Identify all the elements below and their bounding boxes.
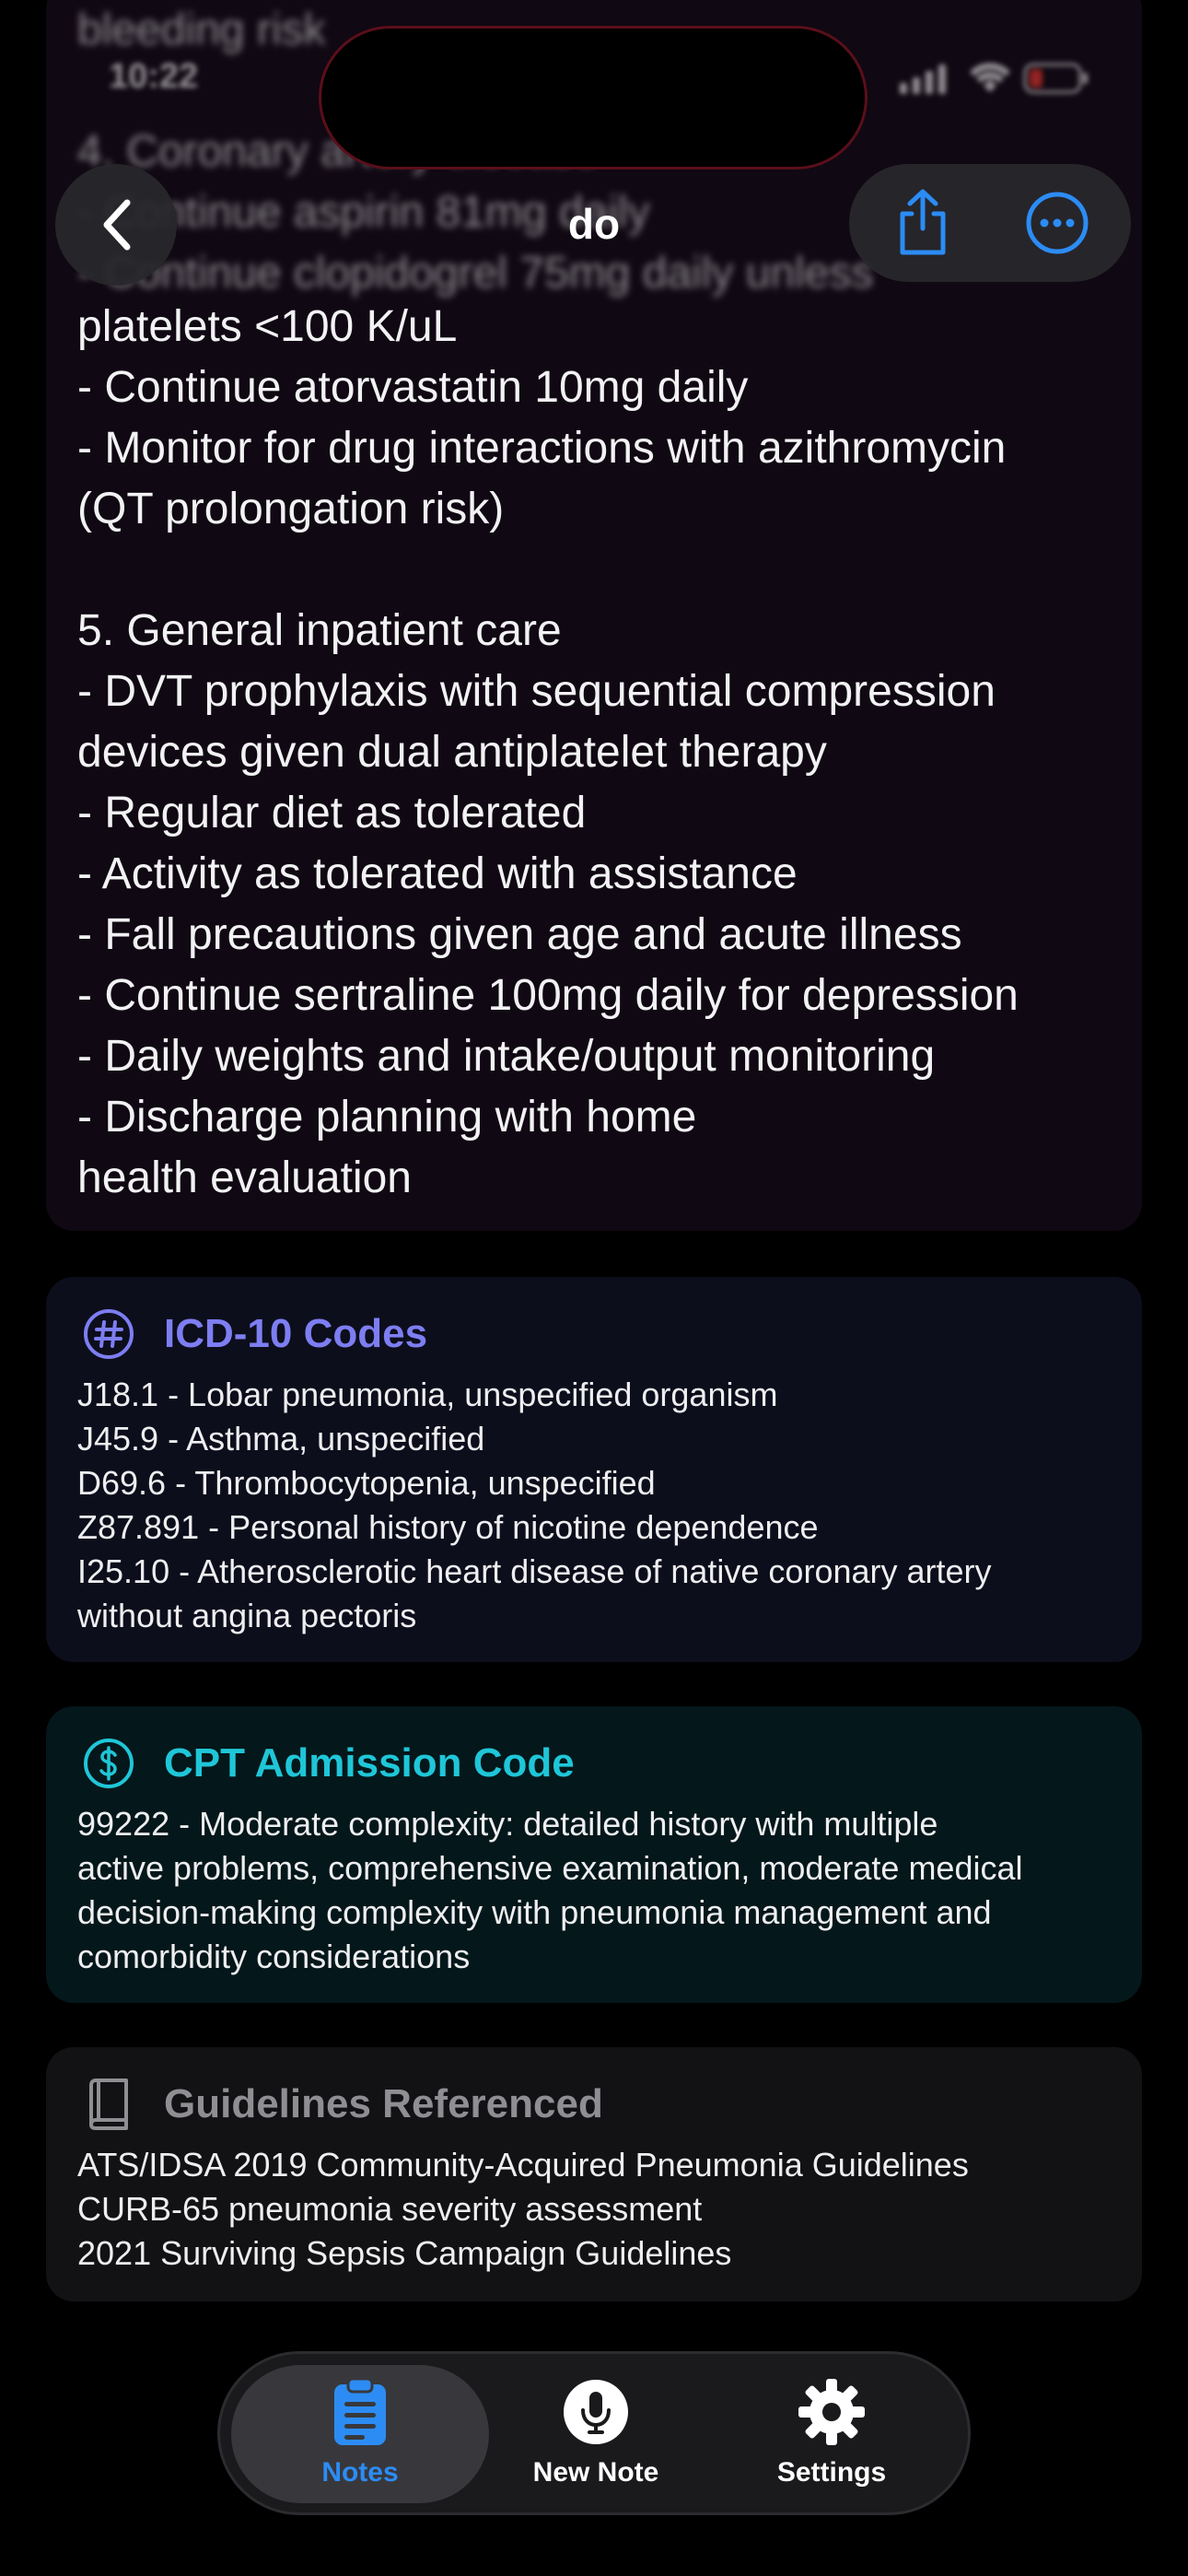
cpt-code-line: decision-making complexity with pneumoni… bbox=[77, 1893, 992, 1931]
icd-code-line: Z87.891 - Personal history of nicotine d… bbox=[77, 1508, 819, 1546]
guidelines-list: ATS/IDSA 2019 Community-Acquired Pneumon… bbox=[77, 2143, 1118, 2276]
gear-icon bbox=[721, 2374, 942, 2450]
tab-bar: Notes New Note Settings bbox=[217, 2351, 971, 2515]
plan-line: - DVT prophylaxis with sequential compre… bbox=[77, 667, 996, 716]
icd-code-line: D69.6 - Thrombocytopenia, unspecified bbox=[77, 1464, 656, 1502]
icd-code-list: J18.1 - Lobar pneumonia, unspecified org… bbox=[77, 1373, 1118, 1638]
icd-code-line: J18.1 - Lobar pneumonia, unspecified org… bbox=[77, 1376, 778, 1413]
icd-code-line: I25.10 - Atherosclerotic heart disease o… bbox=[77, 1552, 992, 1590]
more-button[interactable] bbox=[1011, 184, 1103, 262]
signal-wifi-battery-icon bbox=[900, 63, 1088, 94]
plan-line: - Continue atorvastatin 10mg daily bbox=[77, 363, 749, 412]
chevron-left-icon bbox=[103, 199, 131, 251]
note-detail-screen: bleeding risk 4. Coronary artery disease… bbox=[0, 0, 1188, 2576]
guidelines-card: Guidelines Referenced ATS/IDSA 2019 Comm… bbox=[46, 2047, 1142, 2301]
plan-line: platelets <100 K/uL bbox=[77, 302, 458, 351]
cpt-code-line: comorbidity considerations bbox=[77, 1938, 471, 1975]
plan-line: - Discharge planning with home bbox=[77, 1093, 697, 1142]
clipboard-icon bbox=[250, 2374, 471, 2450]
tab-notes[interactable]: Notes bbox=[250, 2374, 471, 2503]
hashtag-circle-icon bbox=[81, 1306, 136, 1362]
microphone-icon bbox=[485, 2374, 706, 2450]
icd-card-title: ICD-10 Codes bbox=[164, 1311, 428, 1356]
plan-line: - Continue sertraline 100mg daily for de… bbox=[77, 971, 1019, 1020]
cpt-card-title: CPT Admission Code bbox=[164, 1740, 575, 1786]
page-title: do bbox=[567, 200, 621, 248]
tab-notes-label: Notes bbox=[321, 2457, 399, 2488]
icd-code-line: without angina pectoris bbox=[77, 1597, 417, 1634]
icd-code-line: J45.9 - Asthma, unspecified bbox=[77, 1420, 485, 1458]
cpt-code-line: 99222 - Moderate complexity: detailed hi… bbox=[77, 1805, 938, 1843]
tab-settings-label: Settings bbox=[776, 2457, 887, 2488]
plan-line: (QT prolongation risk) bbox=[77, 485, 505, 533]
cpt-code-text: 99222 - Moderate complexity: detailed hi… bbox=[77, 1802, 1118, 1979]
status-time: 10:22 bbox=[109, 57, 199, 96]
guideline-line: 2021 Surviving Sepsis Campaign Guideline… bbox=[77, 2234, 732, 2272]
cpt-code-line: active problems, comprehensive examinati… bbox=[77, 1849, 1023, 1887]
guidelines-card-title: Guidelines Referenced bbox=[164, 2081, 603, 2126]
plan-line: - Fall precautions given age and acute i… bbox=[77, 910, 962, 959]
cpt-code-card: CPT Admission Code 99222 - Moderate comp… bbox=[46, 1706, 1142, 2003]
share-icon bbox=[900, 189, 946, 255]
plan-line: devices given dual antiplatelet therapy bbox=[77, 728, 827, 777]
guideline-line: CURB-65 pneumonia severity assessment bbox=[77, 2190, 703, 2228]
plan-line: - Daily weights and intake/output monito… bbox=[77, 1032, 936, 1081]
tab-new-note[interactable]: New Note bbox=[485, 2374, 706, 2503]
plan-line: - Monitor for drug interactions with azi… bbox=[77, 424, 1007, 473]
guideline-line: ATS/IDSA 2019 Community-Acquired Pneumon… bbox=[77, 2146, 969, 2184]
back-button[interactable] bbox=[55, 164, 177, 286]
cpt-card-header: CPT Admission Code bbox=[81, 1736, 575, 1791]
plan-line: - Activity as tolerated with assistance bbox=[77, 849, 798, 898]
plan-line bbox=[77, 540, 1127, 601]
plan-line: 5. General inpatient care bbox=[77, 606, 562, 655]
dollar-circle-icon bbox=[81, 1736, 136, 1791]
guidelines-card-header: Guidelines Referenced bbox=[81, 2077, 603, 2132]
book-icon bbox=[81, 2077, 136, 2132]
plan-text: platelets <100 K/uL - Continue atorvasta… bbox=[77, 297, 1127, 1209]
dynamic-island bbox=[319, 26, 868, 170]
share-button[interactable] bbox=[877, 184, 969, 262]
tab-new-note-label: New Note bbox=[532, 2457, 659, 2488]
icd-codes-card: ICD-10 Codes J18.1 - Lobar pneumonia, un… bbox=[46, 1277, 1142, 1662]
tab-settings[interactable]: Settings bbox=[721, 2374, 942, 2503]
plan-line: - Regular diet as tolerated bbox=[77, 789, 587, 837]
plan-line: health evaluation bbox=[77, 1153, 412, 1202]
ellipsis-circle-icon bbox=[1026, 192, 1089, 254]
icd-card-header: ICD-10 Codes bbox=[81, 1306, 427, 1362]
status-icons bbox=[898, 59, 1091, 96]
header-actions bbox=[849, 164, 1131, 282]
